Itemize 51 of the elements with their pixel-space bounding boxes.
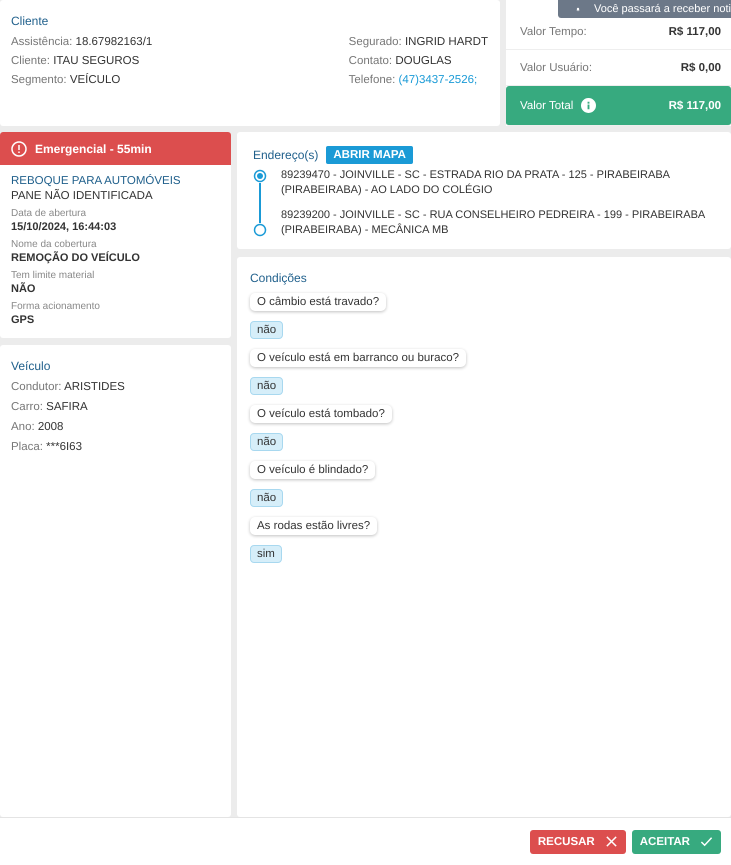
value-amount: R$ 117,00 bbox=[668, 26, 721, 38]
info-line: Segmento: VEÍCULO bbox=[11, 74, 122, 86]
toast-text: Você passará a receber noti bbox=[594, 3, 731, 15]
info-line: Carro: SAFIRA bbox=[11, 401, 89, 413]
answer-bubble: não bbox=[250, 433, 284, 452]
info-line: Ano: 2008 bbox=[11, 421, 64, 433]
address-text: 89239470 - JOINVILLE - SC - ESTRADA RIO DA PRATA - 125 - PIRABEIRABA (PIRABEIRABA) - AO LADO DO COLÉGIO bbox=[281, 168, 671, 198]
accept-button[interactable]: ACEITAR bbox=[632, 830, 721, 854]
field-label: Forma acionamento bbox=[11, 301, 101, 312]
close-icon bbox=[604, 835, 618, 848]
info-line: Segurado: INGRID HARDT bbox=[348, 36, 488, 48]
info-line: Placa: ***6I63 bbox=[11, 441, 83, 453]
info-line: Assistência: 18.67982163/1 bbox=[11, 36, 152, 48]
value-label: Valor Usuário: bbox=[520, 62, 592, 74]
check-icon bbox=[700, 835, 713, 848]
field-value: REMOÇÃO DO VEÍCULO bbox=[11, 252, 141, 264]
section-title: Cliente bbox=[11, 14, 50, 28]
info-line: Telefone: (47)3437-2526; bbox=[348, 74, 478, 86]
question-bubble: O veículo está tombado? bbox=[250, 405, 392, 424]
service-title: REBOQUE PARA AUTOMÓVEIS bbox=[11, 175, 182, 187]
info-line: Contato: DOUGLAS bbox=[348, 55, 453, 67]
open-map-button[interactable]: ABRIR MAPA bbox=[326, 146, 413, 164]
answer-bubble: não bbox=[250, 489, 284, 508]
answer-bubble: não bbox=[250, 377, 284, 396]
field-label: Tem limite material bbox=[11, 270, 96, 281]
field-label: Nome da cobertura bbox=[11, 239, 98, 250]
value-label: Valor Total bbox=[520, 100, 574, 112]
reject-button[interactable]: RECUSAR bbox=[530, 830, 626, 854]
section-title: Condições bbox=[250, 271, 307, 286]
info-line: Cliente: ITAU SEGUROS bbox=[11, 55, 140, 67]
question-bubble: O veículo é blindado? bbox=[250, 461, 376, 480]
question-bubble: O veículo está em barranco ou buraco? bbox=[250, 349, 466, 368]
question-bubble: As rodas estão livres? bbox=[250, 517, 378, 536]
section-title: Endereço(s) bbox=[253, 148, 318, 162]
field-value: NÃO bbox=[11, 283, 36, 295]
value-amount: R$ 117,00 bbox=[668, 100, 721, 112]
alert-text: Emergencial - 55min bbox=[35, 142, 152, 156]
info-icon[interactable] bbox=[581, 98, 596, 114]
info-line: Condutor: ARISTIDES bbox=[11, 381, 126, 393]
section-title: Veículo bbox=[11, 359, 52, 373]
answer-bubble: sim bbox=[250, 545, 282, 564]
field-value: GPS bbox=[11, 314, 36, 326]
service-subtitle: PANE NÃO IDENTIFICADA bbox=[11, 190, 154, 202]
address-text: 89239200 - JOINVILLE - SC - RUA CONSELHEIRO PEDREIRA - 199 - PIRABEIRABA (PIRABEIRABA) - MECÂNICA MB bbox=[281, 208, 706, 238]
value-amount: R$ 0,00 bbox=[680, 62, 721, 74]
question-bubble: O câmbio está travado? bbox=[250, 293, 386, 312]
answer-bubble: não bbox=[250, 321, 284, 340]
value-label: Valor Tempo: bbox=[520, 26, 587, 38]
alert-icon bbox=[11, 140, 27, 156]
field-value: 15/10/2024, 16:44:03 bbox=[11, 221, 118, 233]
field-label: Data de abertura bbox=[11, 208, 88, 219]
